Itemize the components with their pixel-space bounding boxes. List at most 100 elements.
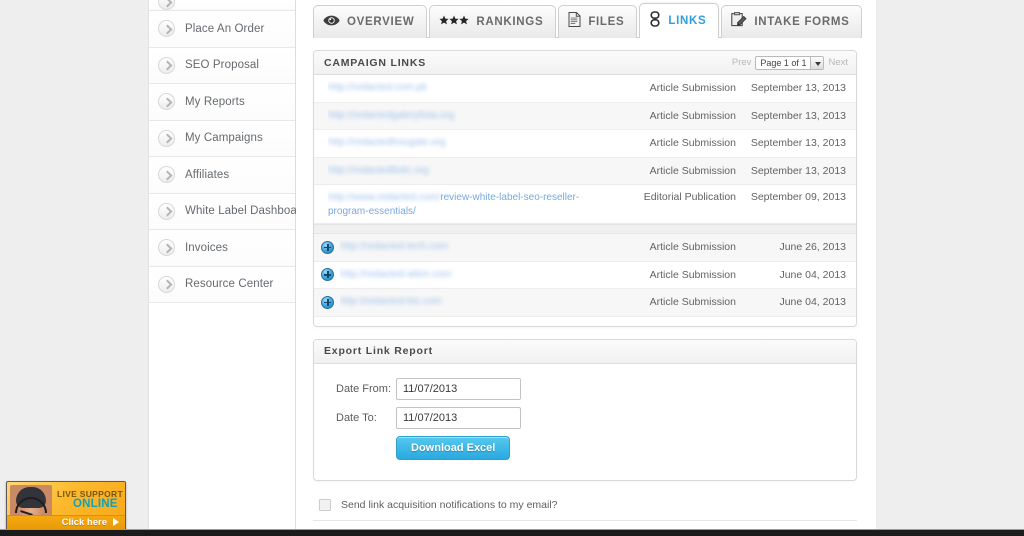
sidebar-item-label: Place An Order xyxy=(185,22,265,35)
tab-files[interactable]: FILES xyxy=(558,5,638,38)
link-type: Article Submission xyxy=(649,164,736,177)
sidebar-item-label: White Label Dashboard xyxy=(185,205,308,218)
table-row[interactable]: http://redacted-attire.com Article Submi… xyxy=(314,261,856,289)
chevron-right-icon xyxy=(158,275,175,293)
chevron-right-icon xyxy=(158,0,175,10)
sidebar-item-place-an-order[interactable]: Place An Order xyxy=(149,11,295,48)
date-to-row: Date To: xyxy=(314,406,856,429)
date-to-label: Date To: xyxy=(336,411,377,424)
link-type: Article Submission xyxy=(649,82,736,95)
campaign-links-panel: CAMPAIGN LINKS Prev Page 1 of 1 Next htt… xyxy=(313,50,857,327)
link-url[interactable]: http://redacted.com.pk xyxy=(328,81,586,95)
sidebar-item-my-reports[interactable]: My Reports xyxy=(149,84,295,121)
panel-title: Export Link Report xyxy=(324,345,433,357)
notify-label: Send link acquisition notifications to m… xyxy=(341,498,558,511)
expand-plus-icon[interactable] xyxy=(321,268,334,282)
link-date: June 04, 2013 xyxy=(779,296,846,309)
sidebar-item-label: SEO Proposal xyxy=(185,59,260,72)
chevron-down-icon[interactable] xyxy=(810,56,824,69)
tab-intake-forms[interactable]: INTAKE FORMS xyxy=(721,5,863,38)
sidebar-item-white-label-dashboard[interactable]: White Label Dashboard xyxy=(149,193,307,230)
date-from-input[interactable] xyxy=(396,377,521,400)
link-url[interactable]: http://www.redacted.com/review-white-lab… xyxy=(328,191,586,219)
table-row[interactable]: http://redacted-biz.com Article Submissi… xyxy=(314,289,856,317)
link-type: Article Submission xyxy=(649,109,736,122)
chevron-right-icon xyxy=(158,202,175,220)
sidebar-item-resource-center[interactable]: Resource Center xyxy=(149,266,295,303)
link-type: Article Submission xyxy=(649,296,736,309)
live-support-widget[interactable]: LIVE SUPPORT ONLINE Click here xyxy=(6,481,126,531)
sidebar-item-seo-proposal[interactable]: SEO Proposal xyxy=(149,47,295,84)
chevron-right-icon xyxy=(158,166,175,184)
chain-link-icon xyxy=(649,10,661,32)
export-header: Export Link Report xyxy=(314,339,856,364)
table-row[interactable]: http://redactedlistic.org Article Submis… xyxy=(314,157,856,185)
sidebar-item-my-campaigns[interactable]: My Campaigns xyxy=(149,120,295,157)
pagination-next[interactable]: Next xyxy=(828,57,848,68)
export-link-report-panel: Export Link Report Date From: Date To: D… xyxy=(313,338,857,481)
link-url[interactable]: http://redactedgalerylista.org xyxy=(328,109,586,123)
date-from-row: Date From: xyxy=(314,377,856,400)
sidebar-filler xyxy=(149,303,295,536)
expand-plus-icon[interactable] xyxy=(321,295,334,309)
tab-label: INTAKE FORMS xyxy=(754,16,850,28)
panel-title: CAMPAIGN LINKS xyxy=(324,56,427,69)
table-row[interactable]: http://redacted.com.pk Article Submissio… xyxy=(314,75,856,103)
sidebar-item-label: My Campaigns xyxy=(185,132,263,145)
tab-overview[interactable]: OVERVIEW xyxy=(313,5,428,38)
table-footer-spacer xyxy=(314,316,856,326)
notify-row: Send link acquisition notifications to m… xyxy=(313,493,857,521)
sidebar-item-partial[interactable] xyxy=(149,0,295,11)
table-row[interactable]: http://redactedgalerylista.org Article S… xyxy=(314,102,856,130)
sidebar: Place An Order SEO Proposal My Reports M… xyxy=(149,0,307,536)
document-icon xyxy=(568,12,581,32)
chevron-right-icon xyxy=(158,129,175,147)
tab-label: RANKINGS xyxy=(476,16,544,28)
campaign-links-header: CAMPAIGN LINKS Prev Page 1 of 1 Next xyxy=(314,51,856,75)
clipboard-pen-icon xyxy=(731,12,747,32)
chevron-right-icon xyxy=(158,239,175,257)
download-excel-button[interactable]: Download Excel xyxy=(396,435,511,460)
link-url[interactable]: http://redactedhougate.org xyxy=(328,136,586,150)
tab-links[interactable]: LINKS xyxy=(639,3,720,39)
link-url[interactable]: http://redacted-tech.com xyxy=(340,240,586,254)
arrow-right-icon xyxy=(113,518,119,526)
link-date: September 09, 2013 xyxy=(750,191,846,203)
sidebar-item-affiliates[interactable]: Affiliates xyxy=(149,157,295,194)
pagination-select[interactable]: Page 1 of 1 xyxy=(755,55,825,70)
link-type: Editorial Publication xyxy=(643,191,736,203)
link-date: September 13, 2013 xyxy=(750,137,846,150)
main-content: OVERVIEW RANKINGS FILES LINKS INTAKE FOR… xyxy=(296,0,876,529)
table-row[interactable]: http://redactedhougate.org Article Submi… xyxy=(314,130,856,158)
tab-label: LINKS xyxy=(668,15,707,27)
sidebar-item-label: Affiliates xyxy=(185,168,230,181)
chevron-right-icon xyxy=(158,20,175,38)
link-date: June 26, 2013 xyxy=(779,241,846,254)
sidebar-item-label: Invoices xyxy=(185,241,228,254)
stars-icon xyxy=(439,13,469,31)
table-row[interactable]: http://www.redacted.com/review-white-lab… xyxy=(314,185,856,224)
support-line2: ONLINE xyxy=(73,498,118,510)
eye-icon xyxy=(323,13,340,31)
date-to-input[interactable] xyxy=(396,406,521,429)
tab-bar: OVERVIEW RANKINGS FILES LINKS INTAKE FOR… xyxy=(296,0,876,39)
link-date: September 13, 2013 xyxy=(750,164,846,177)
link-type: Article Submission xyxy=(649,268,736,281)
date-from-label: Date From: xyxy=(336,382,392,395)
link-url[interactable]: http://redacted-biz.com xyxy=(340,295,586,309)
sidebar-item-invoices[interactable]: Invoices xyxy=(149,230,295,267)
table-row[interactable]: http://redacted-tech.com Article Submiss… xyxy=(314,234,856,262)
link-url[interactable]: http://redactedlistic.org xyxy=(328,164,586,178)
notify-checkbox[interactable] xyxy=(319,498,331,511)
pagination-prev[interactable]: Prev xyxy=(732,57,752,68)
link-url[interactable]: http://redacted-attire.com xyxy=(340,268,586,282)
tab-label: FILES xyxy=(588,16,625,28)
sidebar-item-label: Resource Center xyxy=(185,278,274,291)
app-screen: Place An Order SEO Proposal My Reports M… xyxy=(0,0,1024,536)
link-date: June 04, 2013 xyxy=(779,268,846,281)
chevron-right-icon xyxy=(158,93,175,111)
tab-rankings[interactable]: RANKINGS xyxy=(429,5,557,38)
link-type: Article Submission xyxy=(649,241,736,254)
tab-label: OVERVIEW xyxy=(347,16,415,28)
expand-plus-icon[interactable] xyxy=(321,240,334,254)
